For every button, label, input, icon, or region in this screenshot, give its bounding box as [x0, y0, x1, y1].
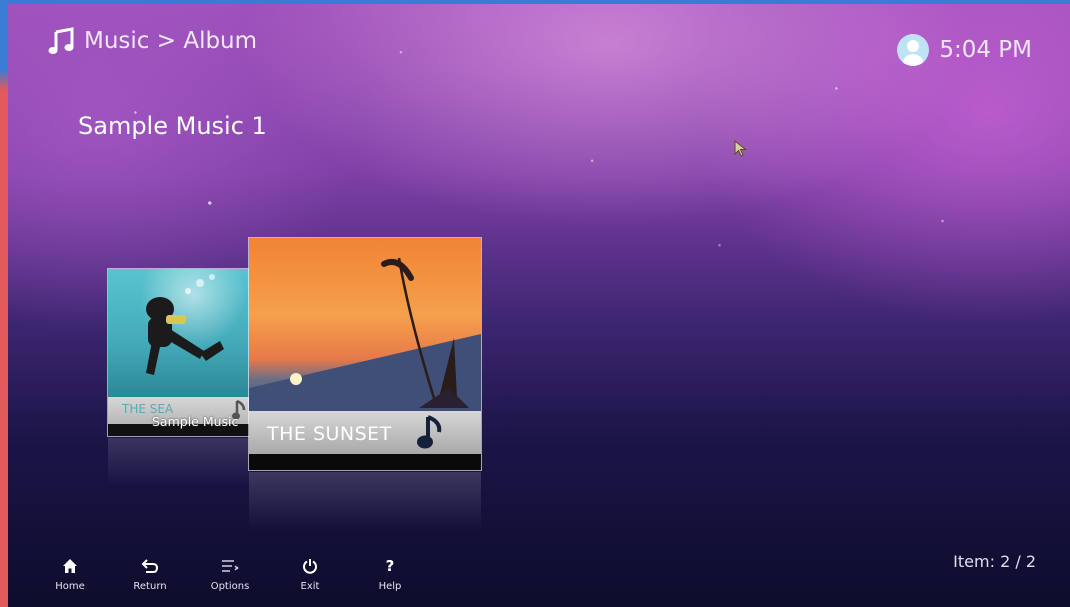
home-icon	[62, 556, 78, 576]
return-label: Return	[133, 581, 167, 592]
breadcrumb: Music > Album	[46, 26, 257, 56]
exit-label: Exit	[300, 581, 320, 592]
window-frame-left	[0, 0, 8, 607]
album-art-sunset	[249, 238, 481, 411]
help-icon: ?	[385, 557, 395, 575]
return-icon	[141, 556, 159, 576]
power-icon	[302, 556, 318, 576]
home-button[interactable]: Home	[30, 556, 110, 592]
card-title: THE SUNSET	[267, 423, 392, 445]
bottom-toolbar: Home Return Options Exit ? Help	[30, 556, 430, 592]
exit-button[interactable]: Exit	[270, 556, 350, 592]
options-icon	[221, 556, 239, 576]
album-card-the-sunset[interactable]: THE SUNSET	[249, 238, 481, 470]
album-title: Sample Music 1	[78, 112, 267, 140]
help-label: Help	[378, 581, 402, 592]
card-footer	[249, 454, 481, 470]
options-label: Options	[210, 581, 250, 592]
status-area: 5:04 PM	[897, 34, 1032, 66]
options-button[interactable]: Options	[190, 556, 270, 592]
card-subtitle: Sample Music	[152, 414, 239, 429]
clock-time: 5:04 PM	[939, 37, 1032, 63]
home-label: Home	[55, 581, 85, 592]
user-avatar-icon[interactable]	[897, 34, 930, 66]
music-note-icon	[417, 414, 445, 454]
item-counter: Item: 2 / 2	[953, 552, 1036, 571]
media-center-screen: Music > Album 5:04 PM Sample Music 1 THE…	[8, 4, 1070, 607]
return-button[interactable]: Return	[110, 556, 190, 592]
album-art-sea	[108, 269, 250, 397]
breadcrumb-text: Music > Album	[84, 28, 258, 54]
help-button[interactable]: ? Help	[350, 556, 430, 592]
mouse-cursor-icon	[734, 140, 747, 157]
music-note-icon	[46, 26, 76, 56]
album-card-the-sea[interactable]: THE SEA Sample Music	[108, 269, 250, 436]
